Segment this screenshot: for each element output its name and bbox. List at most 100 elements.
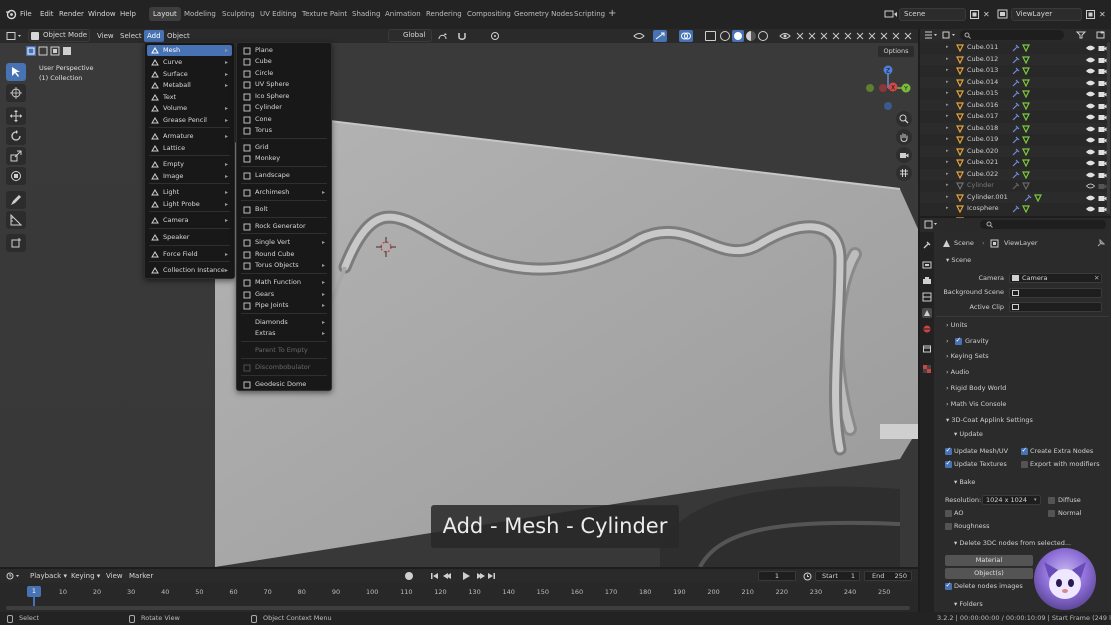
start-frame-field[interactable]: Start 1 bbox=[815, 571, 860, 581]
background-scene-field[interactable] bbox=[1009, 288, 1102, 298]
outliner-row[interactable]: ▸ Cylinder bbox=[920, 180, 1111, 192]
menu-file[interactable]: File bbox=[18, 8, 34, 20]
menu-render[interactable]: Render bbox=[57, 8, 86, 20]
mesh-menu-item-pipe-joints[interactable]: Pipe Joints ▸ bbox=[239, 300, 329, 311]
scale-tool[interactable] bbox=[6, 147, 26, 165]
blender-logo-icon[interactable] bbox=[5, 8, 17, 20]
expand-arrow-icon[interactable]: ▸ bbox=[946, 134, 949, 146]
panel-audio[interactable]: › Audio bbox=[946, 368, 969, 377]
3d-cursor-icon[interactable] bbox=[376, 237, 396, 257]
expand-arrow-icon[interactable]: ▸ bbox=[946, 111, 949, 123]
add-menu-item-volume[interactable]: Volume ▸ bbox=[147, 103, 232, 114]
mesh-menu-item-grid[interactable]: Grid bbox=[239, 142, 329, 153]
outliner-row[interactable]: ▸ Cube.015 bbox=[920, 88, 1111, 100]
render-camera-icon[interactable] bbox=[1098, 136, 1107, 144]
active-clip-field[interactable] bbox=[1009, 302, 1102, 312]
timeline-menu-view[interactable]: View bbox=[103, 570, 126, 582]
shading-material-icon[interactable] bbox=[746, 31, 756, 41]
expand-arrow-icon[interactable]: ▸ bbox=[946, 180, 949, 192]
outliner-editor-icon[interactable] bbox=[924, 31, 938, 39]
properties-search-field[interactable] bbox=[980, 220, 1106, 229]
snap-icon[interactable] bbox=[457, 31, 469, 41]
navigation-gizmo[interactable]: Z Y X bbox=[862, 63, 914, 113]
render-camera-icon[interactable] bbox=[1098, 205, 1107, 213]
outliner-row[interactable]: ▸ Cube.022 bbox=[920, 168, 1111, 180]
mesh-menu-item-gears[interactable]: Gears ▸ bbox=[239, 289, 329, 300]
timeline-menu-playback[interactable]: Playback ▾ bbox=[27, 570, 70, 582]
gizmo-toggle-icon[interactable] bbox=[653, 30, 667, 42]
subpanel-delete-nodes[interactable]: ▾ Delete 3DC nodes from selected... bbox=[954, 539, 1071, 548]
zoom-icon[interactable] bbox=[896, 111, 912, 127]
menu-select[interactable]: Select bbox=[117, 30, 145, 42]
3d-viewport[interactable]: Object Mode View Select Add Object Globa… bbox=[0, 29, 918, 567]
filter-icon[interactable] bbox=[1076, 31, 1086, 39]
cursor-tool[interactable] bbox=[6, 84, 26, 102]
add-menu-item-mesh[interactable]: Mesh ▸ bbox=[147, 45, 232, 56]
mesh-menu-item-monkey[interactable]: Monkey bbox=[239, 153, 329, 164]
rotate-tool[interactable] bbox=[6, 127, 26, 145]
expand-arrow-icon[interactable]: ▸ bbox=[946, 100, 949, 112]
outliner-row[interactable]: ▸ Cube.013 bbox=[920, 65, 1111, 77]
expand-arrow-icon[interactable]: ▸ bbox=[946, 65, 949, 77]
modifier-wrench-icon[interactable] bbox=[1012, 79, 1020, 87]
expand-arrow-icon[interactable]: ▸ bbox=[946, 203, 949, 215]
expand-arrow-icon[interactable]: ▸ bbox=[946, 123, 949, 135]
mesh-data-icon[interactable] bbox=[1022, 147, 1030, 156]
roughness-checkbox[interactable] bbox=[945, 523, 952, 530]
panel-rigid-body[interactable]: › Rigid Body World bbox=[946, 384, 1006, 393]
clear-camera-icon[interactable]: ✕ bbox=[1094, 274, 1099, 283]
render-camera-icon[interactable] bbox=[1098, 148, 1107, 156]
move-tool[interactable] bbox=[6, 107, 26, 125]
render-camera-icon[interactable] bbox=[1098, 44, 1107, 52]
render-camera-icon[interactable] bbox=[1098, 113, 1107, 121]
mesh-data-icon[interactable] bbox=[1022, 205, 1030, 213]
add-menu-item-lattice[interactable]: Lattice bbox=[147, 143, 232, 154]
mesh-menu-item-uv-sphere[interactable]: UV Sphere bbox=[239, 79, 329, 90]
mesh-menu-item-torus-objects[interactable]: Torus Objects ▸ bbox=[239, 260, 329, 271]
measure-tool[interactable] bbox=[6, 211, 26, 229]
modifier-wrench-icon[interactable] bbox=[1012, 182, 1020, 190]
outliner-display-icon[interactable] bbox=[942, 31, 956, 39]
modifier-wrench-icon[interactable] bbox=[1024, 194, 1032, 202]
visibility-eye-icon[interactable] bbox=[1086, 125, 1095, 133]
export-modifiers-checkbox[interactable] bbox=[1021, 461, 1028, 468]
new-collection-icon[interactable] bbox=[1096, 31, 1106, 39]
normal-checkbox[interactable] bbox=[1048, 510, 1055, 517]
new-scene-icon[interactable] bbox=[969, 9, 980, 20]
current-frame-field[interactable]: 1 bbox=[758, 571, 796, 581]
output-tab-icon[interactable] bbox=[922, 276, 932, 286]
panel-gravity[interactable]: › bbox=[946, 337, 949, 346]
mesh-data-icon[interactable] bbox=[1022, 101, 1030, 110]
modifier-wrench-icon[interactable] bbox=[1012, 148, 1020, 156]
add-menu-item-light[interactable]: Light ▸ bbox=[147, 187, 232, 198]
overlay-toggle-icon[interactable] bbox=[679, 30, 693, 42]
outliner-row[interactable]: ▸ Cube.016 bbox=[920, 99, 1111, 112]
render-camera-icon[interactable] bbox=[1098, 56, 1107, 64]
visibility-eye-icon[interactable] bbox=[1086, 182, 1095, 190]
expand-arrow-icon[interactable]: ▸ bbox=[946, 157, 949, 169]
modifier-wrench-icon[interactable] bbox=[1012, 136, 1020, 144]
modifier-wrench-icon[interactable] bbox=[1012, 90, 1020, 98]
preview-range-icon[interactable] bbox=[803, 572, 812, 581]
mesh-data-icon[interactable] bbox=[1034, 193, 1042, 202]
mesh-data-icon[interactable] bbox=[1022, 90, 1030, 98]
visibility-eye-icon[interactable] bbox=[1086, 56, 1095, 64]
mesh-menu-item-cone[interactable]: Cone bbox=[239, 114, 329, 125]
modifier-wrench-icon[interactable] bbox=[1012, 125, 1020, 133]
shading-rendered-icon[interactable] bbox=[758, 31, 768, 41]
mesh-menu-item-extras[interactable]: Extras ▸ bbox=[239, 328, 329, 339]
add-menu-item-grease-pencil[interactable]: Grease Pencil ▸ bbox=[147, 115, 232, 126]
visibility-eye-icon[interactable] bbox=[1086, 205, 1095, 213]
panel-units[interactable]: › Units bbox=[946, 321, 967, 330]
record-icon[interactable] bbox=[405, 572, 413, 580]
render-camera-icon[interactable] bbox=[1098, 182, 1107, 190]
scene-field[interactable]: Scene bbox=[899, 8, 966, 21]
visibility-eye-icon[interactable] bbox=[1086, 171, 1095, 179]
add-menu-item-speaker[interactable]: Speaker bbox=[147, 232, 232, 243]
render-tab-icon[interactable] bbox=[922, 260, 932, 270]
expand-arrow-icon[interactable]: ▸ bbox=[946, 42, 949, 54]
transform-orientation-dropdown[interactable]: Global bbox=[388, 29, 432, 42]
outliner-row[interactable]: ▸ Cube.017 bbox=[920, 111, 1111, 123]
expand-arrow-icon[interactable]: ▸ bbox=[946, 192, 949, 204]
outliner-search-field[interactable] bbox=[960, 30, 1064, 40]
